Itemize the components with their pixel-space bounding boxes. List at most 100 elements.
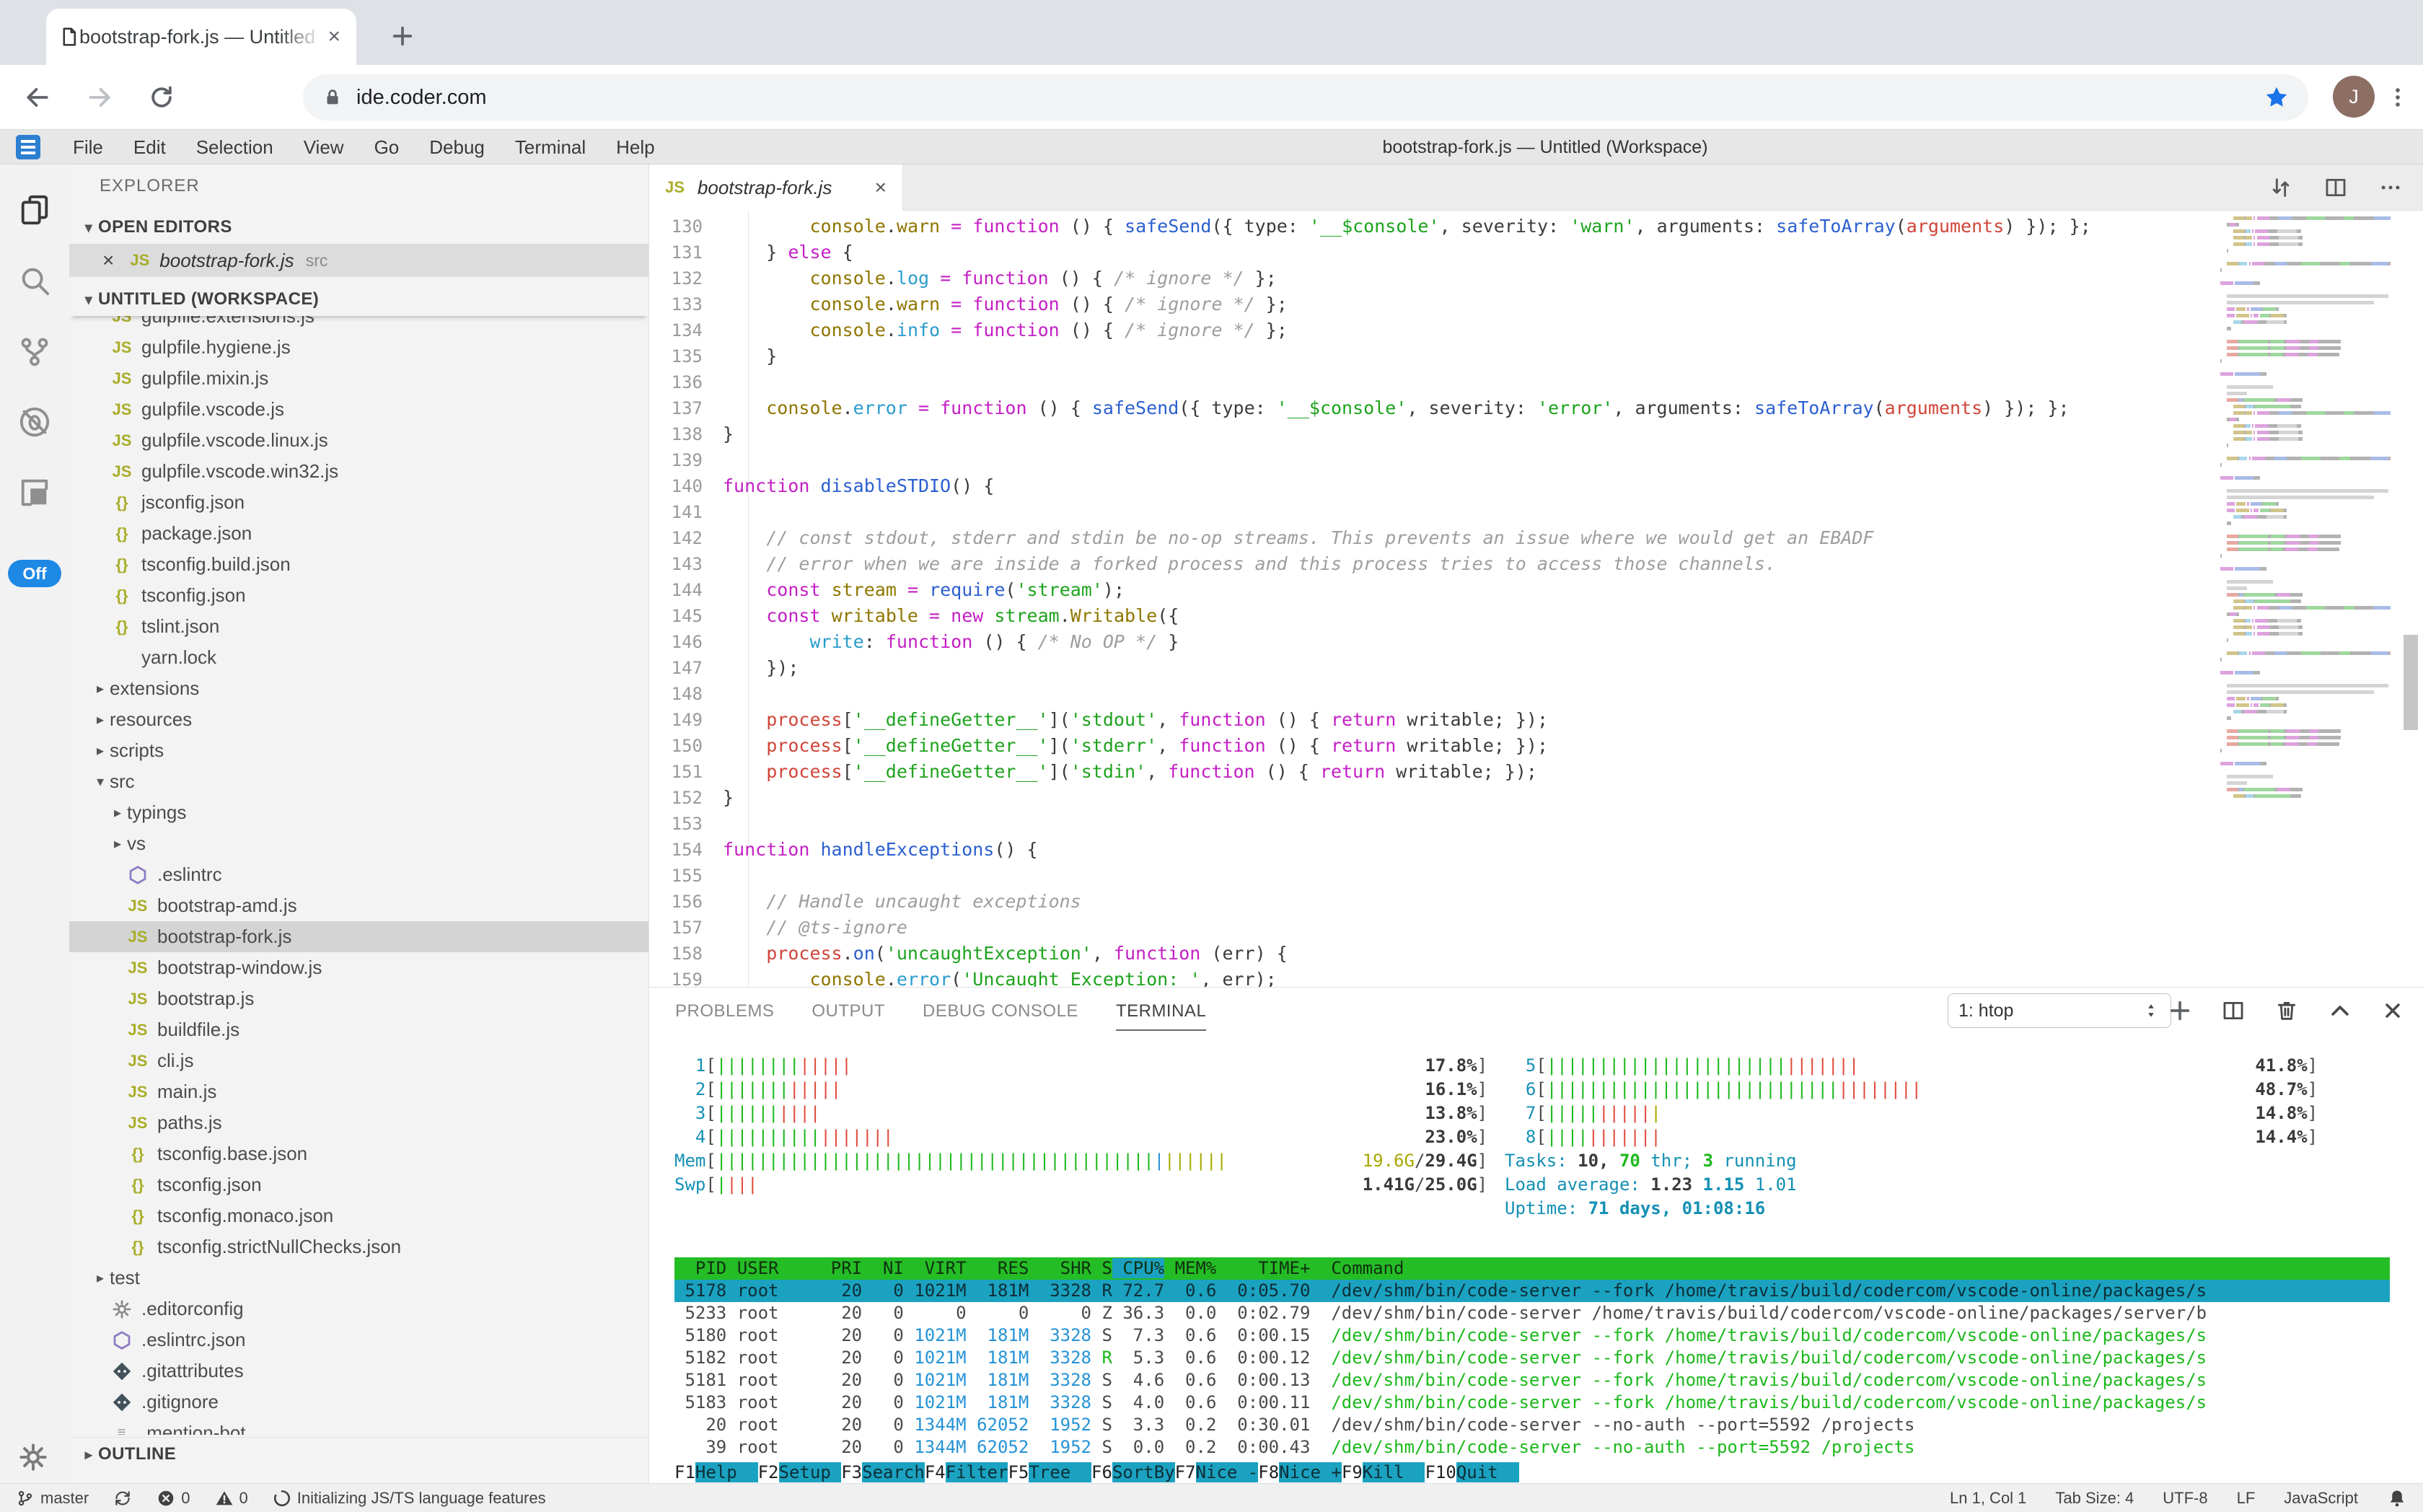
menu-view[interactable]: View [289,130,359,164]
tree-item-.mention-bot[interactable]: ≡.mention-bot [69,1418,648,1435]
workspace-header[interactable]: ▾ UNTITLED (WORKSPACE) [69,283,648,316]
tree-item-paths.js[interactable]: JSpaths.js [69,1107,648,1138]
activity-search[interactable] [0,245,69,316]
status-tab-size-4[interactable]: Tab Size: 4 [2055,1489,2134,1508]
address-bar[interactable]: ide.coder.com [303,74,2308,120]
process-row-39[interactable]: 39 root 20 0 1344M 62052 1952 S 0.0 0.2 … [674,1436,2390,1459]
htop-table-header[interactable]: PID USER PRI NI VIRT RES SHR S CPU% MEM%… [674,1257,2390,1280]
status-badge[interactable]: Off [8,560,61,587]
menu-terminal[interactable]: Terminal [500,130,601,164]
url-text[interactable]: ide.coder.com [356,86,2264,110]
terminal[interactable]: 1[||||||||||||| 17.8%] 2[|||||||||||| 16… [649,988,2423,1483]
browser-menu-button[interactable] [2382,82,2414,113]
tree-item-tsconfig.strictNullChecks.json[interactable]: {}tsconfig.strictNullChecks.json [69,1231,648,1262]
tree-item-vs[interactable]: ▸vs [69,828,648,859]
browser-tab[interactable]: bootstrap-fork.js — Untitled (W × [46,9,356,65]
open-editors-header[interactable]: ▾ OPEN EDITORS [69,211,648,244]
tree-item-bootstrap.js[interactable]: JSbootstrap.js [69,983,648,1014]
tree-item-test[interactable]: ▸test [69,1262,648,1293]
tree-item-gulpfile.vscode.win32.js[interactable]: JSgulpfile.vscode.win32.js [69,456,648,487]
tree-item-gulpfile.extensions.js[interactable]: JSgulpfile.extensions.js [69,316,648,332]
process-row-20[interactable]: 20 root 20 0 1344M 62052 1952 S 3.3 0.2 … [674,1414,2390,1436]
status-lf[interactable]: LF [2237,1489,2256,1508]
more-icon[interactable] [2378,175,2403,200]
process-row-5180[interactable]: 5180 root 20 0 1021M 181M 3328 S 7.3 0.6… [674,1324,2390,1347]
tree-item-tsconfig.base.json[interactable]: {}tsconfig.base.json [69,1138,648,1169]
gear-icon[interactable] [19,1443,48,1472]
status-ln-1-col-1[interactable]: Ln 1, Col 1 [1950,1489,2026,1508]
status-initializing-js-ts-language-[interactable]: Initializing JS/TS language features [273,1489,546,1508]
reload-button[interactable] [146,82,177,113]
status-bell-icon[interactable] [2387,1488,2407,1508]
tree-item-tsconfig.build.json[interactable]: {}tsconfig.build.json [69,549,648,580]
tree-item-scripts[interactable]: ▸scripts [69,735,648,766]
tree-item-tsconfig.json[interactable]: {}tsconfig.json [69,1169,648,1200]
tree-item-.gitattributes[interactable]: .gitattributes [69,1355,648,1386]
process-row-5182[interactable]: 5182 root 20 0 1021M 181M 3328 R 5.3 0.6… [674,1347,2390,1369]
activity-debug-disabled[interactable] [0,387,69,457]
outline-header[interactable]: ▸ OUTLINE [69,1438,648,1471]
git-file-icon [111,1361,133,1382]
tree-item-yarn.lock[interactable]: yarn.lock [69,642,648,673]
tree-item-gulpfile.vscode.js[interactable]: JSgulpfile.vscode.js [69,394,648,425]
tree-item-bootstrap-window.js[interactable]: JSbootstrap-window.js [69,952,648,983]
process-row-5233[interactable]: 5233 root 20 0 0 0 0 Z 36.3 0.0 0:02.79 … [674,1302,2390,1324]
minimap[interactable] [2220,211,2391,987]
tree-item-typings[interactable]: ▸typings [69,797,648,828]
process-row-5181[interactable]: 5181 root 20 0 1021M 181M 3328 S 4.6 0.6… [674,1369,2390,1392]
tree-item-resources[interactable]: ▸resources [69,704,648,735]
tree-item-tsconfig.json[interactable]: {}tsconfig.json [69,580,648,611]
forward-button[interactable] [84,82,115,113]
tree-item-tsconfig.monaco.json[interactable]: {}tsconfig.monaco.json [69,1200,648,1231]
htop-function-bar[interactable]: F1Help F2Setup F3SearchF4FilterF5Tree F6… [674,1461,1519,1484]
split-icon[interactable] [2323,175,2348,200]
close-icon[interactable]: × [323,25,345,49]
tree-item-.editorconfig[interactable]: .editorconfig [69,1293,648,1324]
tree-item-jsconfig.json[interactable]: {}jsconfig.json [69,487,648,518]
tree-item-gulpfile.mixin.js[interactable]: JSgulpfile.mixin.js [69,363,648,394]
tree-item-.gitignore[interactable]: .gitignore [69,1386,648,1418]
activity-source-control[interactable] [0,316,69,387]
tree-item-extensions[interactable]: ▸extensions [69,673,648,704]
new-tab-button[interactable] [382,16,423,56]
tree-item-package.json[interactable]: {}package.json [69,518,648,549]
close-icon[interactable]: × [875,176,887,199]
menu-file[interactable]: File [58,130,118,164]
editor-scrollbar[interactable] [2404,635,2418,730]
open-editor-item[interactable]: × JS bootstrap-fork.js src [69,244,648,277]
status-0[interactable]: 0 [215,1489,248,1508]
tree-item-.eslintrc[interactable]: .eslintrc [69,859,648,890]
status-sync-icon[interactable] [113,1489,132,1508]
tree-item-gulpfile.vscode.linux.js[interactable]: JSgulpfile.vscode.linux.js [69,425,648,456]
activity-extensions[interactable] [0,457,69,528]
menu-help[interactable]: Help [601,130,669,164]
compare-icon[interactable] [2269,175,2293,200]
tree-item-bootstrap-amd.js[interactable]: JSbootstrap-amd.js [69,890,648,921]
tree-item-gulpfile.hygiene.js[interactable]: JSgulpfile.hygiene.js [69,332,648,363]
activity-explorer[interactable] [0,175,69,245]
status-utf-8[interactable]: UTF-8 [2163,1489,2207,1508]
status-0[interactable]: 0 [157,1489,190,1508]
tree-item-cli.js[interactable]: JScli.js [69,1045,648,1076]
star-icon[interactable] [2264,84,2290,110]
code-editor[interactable]: 130console.warn = function () { safeSend… [649,211,2220,987]
tree-item-bootstrap-fork.js[interactable]: JSbootstrap-fork.js [69,921,648,952]
tree-item-src[interactable]: ▾src [69,766,648,797]
menu-selection[interactable]: Selection [181,130,289,164]
close-icon[interactable]: × [102,249,114,272]
menubar: FileEditSelectionViewGoDebugTerminalHelp [0,130,2423,164]
status-master[interactable]: master [16,1489,89,1508]
editor-tab[interactable]: JS bootstrap-fork.js × [649,164,903,211]
tree-item-buildfile.js[interactable]: JSbuildfile.js [69,1014,648,1045]
status-javascript[interactable]: JavaScript [2284,1489,2358,1508]
process-row-5183[interactable]: 5183 root 20 0 1021M 181M 3328 S 4.0 0.6… [674,1392,2390,1414]
back-button[interactable] [22,82,53,113]
tree-item-.eslintrc.json[interactable]: .eslintrc.json [69,1324,648,1355]
avatar[interactable]: J [2333,76,2375,118]
menu-go[interactable]: Go [359,130,415,164]
process-row-5178[interactable]: 5178 root 20 0 1021M 181M 3328 R 72.7 0.… [674,1280,2390,1302]
tree-item-main.js[interactable]: JSmain.js [69,1076,648,1107]
menu-debug[interactable]: Debug [414,130,500,164]
menu-edit[interactable]: Edit [118,130,181,164]
tree-item-tslint.json[interactable]: {}tslint.json [69,611,648,642]
